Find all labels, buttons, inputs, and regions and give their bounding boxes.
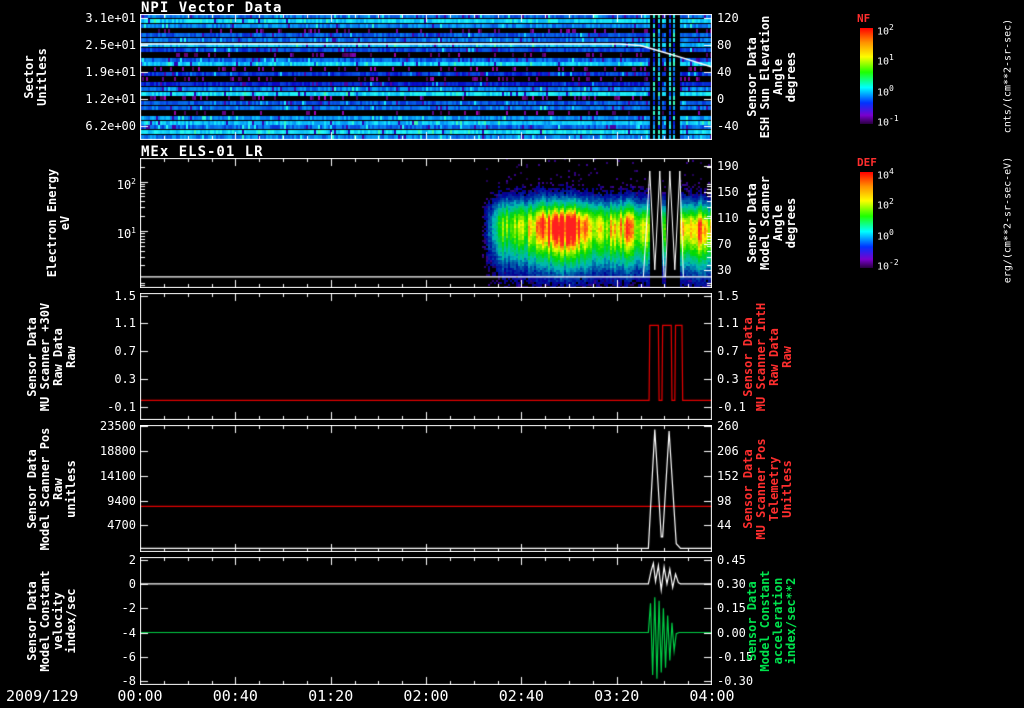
time-axis-tick-label: 03:20: [594, 687, 639, 705]
y-axis-tick-label: 4700: [82, 518, 136, 532]
tplot-display: NPI Vector Data MEx ELS-01 LR NF cnts/(c…: [0, 0, 1024, 708]
y-axis-tick-label-right: 260: [717, 419, 739, 433]
date-label: 2009/129: [6, 687, 78, 705]
panel3-mu-scanner-line-plot: [140, 293, 712, 420]
colorbar-nf: [860, 28, 873, 124]
y-axis-tick-label-right: 0.30: [717, 577, 746, 591]
y-axis-tick-label-right: 80: [717, 38, 731, 52]
y-axis-tick-label: 18800: [82, 444, 136, 458]
y-axis-tick-label-right: 120: [717, 11, 739, 25]
y-axis-tick-label: 3.1e+01: [82, 11, 136, 25]
panel-right-axis-label: Sensor Data MU Scanner Pos Telemetry Uni…: [742, 438, 794, 539]
panel4-scanner-pos-line-plot: [140, 425, 712, 552]
y-axis-tick-label: 1.1: [82, 316, 136, 330]
y-axis-tick-label-right: 1.5: [717, 289, 739, 303]
y-axis-tick-label: -4: [82, 626, 136, 640]
y-axis-tick-label-right: 30: [717, 263, 731, 277]
panel-right-axis-label: Sensor Data ESH Sun Elevation Angle degr…: [746, 16, 798, 139]
y-axis-tick-label-right: 206: [717, 444, 739, 458]
y-axis-tick-label-right: 0.15: [717, 601, 746, 615]
colorbar-tick-label: 10-2: [877, 258, 899, 272]
y-axis-tick-label: 1.9e+01: [82, 65, 136, 79]
colorbar-def-title: DEF: [857, 156, 877, 169]
time-axis-tick-label: 00:40: [213, 687, 258, 705]
panel-right-axis-label: Sensor Data Model Constant acceleration …: [746, 570, 798, 671]
y-axis-tick-label-right: 0.45: [717, 553, 746, 567]
panel2-els-spectrogram: [140, 158, 712, 288]
y-axis-tick-label: 102: [82, 175, 136, 189]
panel-left-axis-label: Sector Unitless: [23, 48, 49, 106]
y-axis-tick-label-right: 98: [717, 494, 731, 508]
y-axis-tick-label: 23500: [82, 419, 136, 433]
colorbar-nf-unit: cnts/(cm**2-sr-sec): [1003, 19, 1014, 133]
colorbar-tick-label: 101: [877, 53, 894, 67]
time-axis-tick-label: 04:00: [689, 687, 734, 705]
time-axis-tick-label: 01:20: [308, 687, 353, 705]
y-axis-tick-label: 101: [82, 224, 136, 238]
time-axis-tick-label: 02:00: [403, 687, 448, 705]
colorbar-tick-label: 102: [877, 197, 894, 211]
y-axis-tick-label: 0.7: [82, 344, 136, 358]
panel1-npi-spectrogram: [140, 14, 712, 140]
y-axis-tick-label-right: 44: [717, 518, 731, 532]
panel-right-axis-label: Sensor Data MU Scanner IntH Raw Data Raw: [742, 302, 794, 410]
y-axis-tick-label-right: 152: [717, 469, 739, 483]
y-axis-tick-label: 2: [82, 553, 136, 567]
y-axis-tick-label: 9400: [82, 494, 136, 508]
y-axis-tick-label: 0: [82, 577, 136, 591]
colorbar-nf-title: NF: [857, 12, 870, 25]
y-axis-tick-label: -6: [82, 650, 136, 664]
panel-right-axis-label: Sensor Data Model Scanner Angle degrees: [746, 176, 798, 270]
y-axis-tick-label-right: 150: [717, 185, 739, 199]
colorbar-tick-label: 100: [877, 84, 894, 98]
panel-left-axis-label: Sensor Data Model Scanner Pos Raw unitle…: [26, 427, 78, 550]
panel-left-axis-label: Electron Energy eV: [46, 169, 72, 277]
panel5-model-constant-line-plot: [140, 557, 712, 685]
panel-left-axis-label: Sensor Data Model Constant velocity inde…: [26, 570, 78, 671]
y-axis-tick-label-right: -40: [717, 119, 739, 133]
colorbar-def-unit: erg/(cm**2-sr-sec-eV): [1003, 157, 1014, 283]
y-axis-tick-label-right: 110: [717, 211, 739, 225]
y-axis-tick-label-right: 0.7: [717, 344, 739, 358]
y-axis-tick-label: 2.5e+01: [82, 38, 136, 52]
y-axis-tick-label-right: 0: [717, 92, 724, 106]
panel-left-axis-label: Sensor Data MU Scanner +30V Raw Data Raw: [26, 302, 78, 410]
y-axis-tick-label: -0.1: [82, 400, 136, 414]
colorbar-tick-label: 104: [877, 167, 894, 181]
y-axis-tick-label-right: 1.1: [717, 316, 739, 330]
y-axis-tick-label: -2: [82, 601, 136, 615]
y-axis-tick-label: 1.5: [82, 289, 136, 303]
y-axis-tick-label-right: 70: [717, 237, 731, 251]
y-axis-tick-label: 1.2e+01: [82, 92, 136, 106]
time-axis-tick-label: 02:40: [499, 687, 544, 705]
y-axis-tick-label-right: 0.00: [717, 626, 746, 640]
colorbar-tick-label: 102: [877, 23, 894, 37]
colorbar-tick-label: 100: [877, 228, 894, 242]
colorbar-def: [860, 172, 873, 268]
y-axis-tick-label-right: 190: [717, 159, 739, 173]
y-axis-tick-label-right: 40: [717, 65, 731, 79]
y-axis-tick-label: 0.3: [82, 372, 136, 386]
y-axis-tick-label-right: 0.3: [717, 372, 739, 386]
colorbar-tick-label: 10-1: [877, 114, 899, 128]
time-axis-tick-label: 00:00: [117, 687, 162, 705]
y-axis-tick-label: 14100: [82, 469, 136, 483]
y-axis-tick-label: 6.2e+00: [82, 119, 136, 133]
